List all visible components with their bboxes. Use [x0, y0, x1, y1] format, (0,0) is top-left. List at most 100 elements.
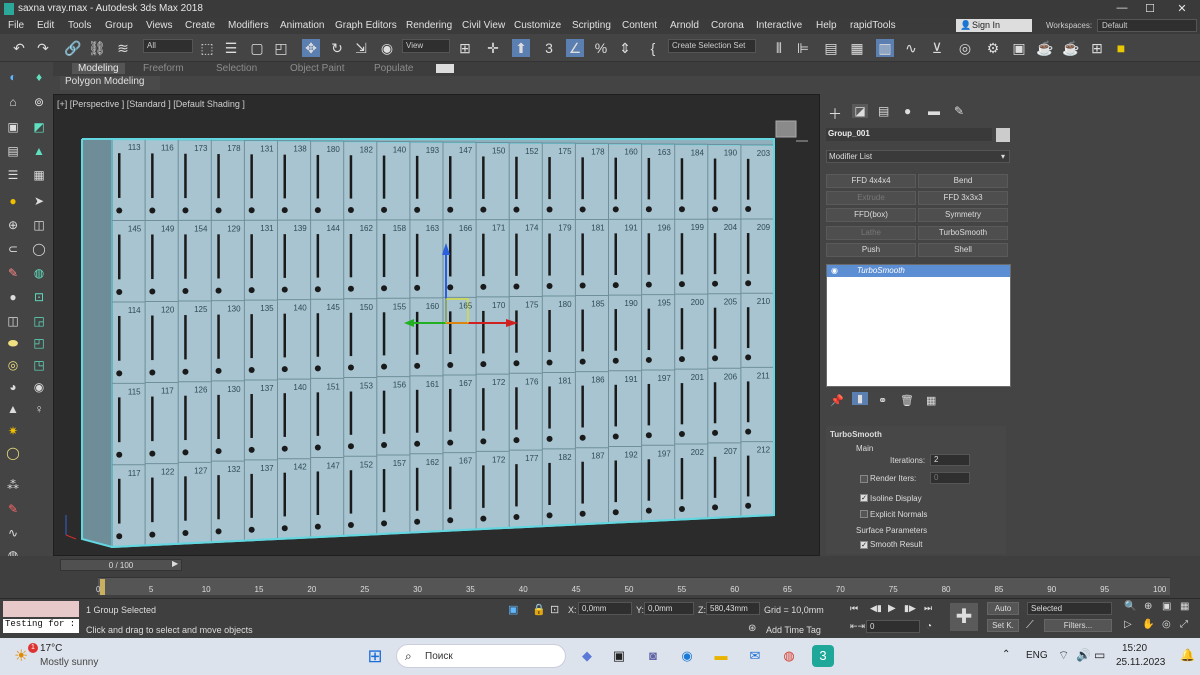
- menu-rapidtools[interactable]: rapidTools: [850, 20, 896, 31]
- symmetry-button[interactable]: Symmetry: [918, 208, 1008, 222]
- volume-icon[interactable]: 🔊: [1076, 648, 1091, 662]
- menu-interactive[interactable]: Interactive: [756, 20, 802, 31]
- snaps-toggle-icon[interactable]: 3: [540, 39, 558, 57]
- weather-temperature[interactable]: 17°C: [40, 643, 62, 654]
- isoline-display-checkbox[interactable]: ✓: [860, 494, 868, 502]
- key-filter-select[interactable]: Selected: [1027, 602, 1112, 615]
- menu-civil-view[interactable]: Civil View: [462, 20, 505, 31]
- material-editor-icon[interactable]: ◎: [956, 39, 974, 57]
- modify-tab-icon[interactable]: ◪: [852, 104, 868, 118]
- place-icon[interactable]: ◉: [378, 39, 396, 57]
- helpers-icon[interactable]: ⊚: [32, 95, 46, 109]
- motion-icon[interactable]: ◳: [32, 358, 46, 372]
- render-iterative-icon[interactable]: ☕: [1062, 39, 1080, 57]
- sign-in-dropdown[interactable]: 👤 Sign In: [956, 19, 1032, 32]
- tab-selection[interactable]: Selection: [216, 63, 257, 74]
- time-marker[interactable]: [100, 579, 105, 595]
- unlink-icon[interactable]: ⛓: [88, 39, 106, 57]
- object-name-field[interactable]: Group_001: [826, 128, 992, 141]
- current-frame-field[interactable]: 0: [866, 620, 920, 633]
- eye-toggle-icon[interactable]: ◉: [831, 265, 838, 277]
- close-button[interactable]: ✕: [1172, 2, 1192, 15]
- ribbon-options-icon[interactable]: [436, 64, 454, 73]
- prev-key-icon[interactable]: ◀▮: [870, 603, 882, 614]
- render-iters-checkbox[interactable]: [860, 475, 868, 483]
- weather-icon[interactable]: ☀: [14, 646, 28, 666]
- menu-scripting[interactable]: Scripting: [572, 20, 611, 31]
- snap-icon[interactable]: ⊕: [6, 218, 20, 232]
- file-explorer-icon[interactable]: ▬: [710, 645, 732, 667]
- tab-populate[interactable]: Populate: [374, 63, 413, 74]
- mail-icon[interactable]: ✉: [744, 645, 766, 667]
- menu-animation[interactable]: Animation: [280, 20, 324, 31]
- modify-icon[interactable]: ◲: [32, 314, 46, 328]
- next-frame-icon[interactable]: ▶: [172, 559, 178, 568]
- rendered-frame-icon[interactable]: ▣: [1010, 39, 1028, 57]
- tab-freeform[interactable]: Freeform: [143, 63, 184, 74]
- layers-icon[interactable]: ▤: [6, 144, 20, 158]
- layer-explorer-icon[interactable]: ▦: [848, 39, 866, 57]
- ffd444-button[interactable]: FFD 4x4x4: [826, 174, 916, 188]
- stack-item-turbosmooth[interactable]: ◉ TurboSmooth: [827, 265, 1010, 277]
- a360-icon[interactable]: ■: [1112, 39, 1130, 57]
- clock-date[interactable]: 25.11.2023: [1116, 657, 1165, 668]
- add-time-tag[interactable]: Add Time Tag: [766, 625, 821, 635]
- percent-snap-icon[interactable]: %: [592, 39, 610, 57]
- time-tag-icon[interactable]: ⊛: [748, 623, 756, 634]
- play-icon[interactable]: ▶: [888, 603, 896, 614]
- menu-file[interactable]: File: [8, 20, 24, 31]
- configure-sets-icon[interactable]: ▦: [926, 394, 936, 407]
- zoom-icon[interactable]: 🔍: [1124, 601, 1136, 612]
- modifier-list-select[interactable]: Modifier List ▾: [826, 150, 1010, 163]
- motion-tab-icon[interactable]: ●: [904, 104, 911, 118]
- shapes-icon[interactable]: ⌂: [6, 95, 20, 109]
- grid-icon[interactable]: ▦: [32, 168, 46, 182]
- link-icon[interactable]: 🔗: [64, 39, 82, 57]
- bind-spacewarp-icon[interactable]: ≋: [114, 39, 132, 57]
- absolute-mode-icon[interactable]: ⊡: [550, 603, 559, 616]
- sun-icon[interactable]: ●: [6, 194, 20, 208]
- tray-chevron-icon[interactable]: ⌃: [1002, 649, 1010, 660]
- brush-icon[interactable]: ∿: [6, 526, 20, 540]
- render-activeshade-icon[interactable]: ⊞: [1088, 39, 1106, 57]
- rollout-title[interactable]: TurboSmooth: [830, 430, 882, 439]
- render-icon[interactable]: ◍: [32, 266, 46, 280]
- spinner-snap-icon[interactable]: ⇕: [616, 39, 634, 57]
- show-end-result-icon[interactable]: ▮: [852, 392, 868, 405]
- zoom-all-icon[interactable]: ⊕: [1144, 601, 1152, 612]
- edge-icon[interactable]: ◉: [676, 645, 698, 667]
- auto-key-button[interactable]: Auto: [987, 602, 1019, 615]
- goto-start-icon[interactable]: ⏮: [850, 603, 858, 614]
- extrude-button[interactable]: Extrude: [826, 191, 916, 205]
- time-slider[interactable]: 0 / 100: [60, 559, 182, 571]
- select-object-icon[interactable]: ⬚: [198, 39, 216, 57]
- particle-icon[interactable]: ⁂: [6, 478, 20, 492]
- magnet-icon[interactable]: ⊂: [6, 242, 20, 256]
- align-icon[interactable]: ⊫: [794, 39, 812, 57]
- create-icon[interactable]: ◐: [6, 70, 20, 84]
- render-setup-icon[interactable]: ⚙: [984, 39, 1002, 57]
- menu-graph-editors[interactable]: Graph Editors: [335, 20, 397, 31]
- named-selection-select[interactable]: Create Selection Set: [668, 39, 756, 53]
- chrome-icon[interactable]: ◍: [778, 645, 800, 667]
- render-iters-spinner[interactable]: 0: [930, 472, 970, 484]
- zoom-extents-icon[interactable]: ▣: [1162, 601, 1171, 612]
- ribbon-polygon-modeling[interactable]: Polygon Modeling: [60, 76, 160, 90]
- pivot-center-icon[interactable]: ⊞: [456, 39, 474, 57]
- light-icon[interactable]: ♦: [32, 70, 46, 84]
- menu-rendering[interactable]: Rendering: [406, 20, 452, 31]
- workspace-select[interactable]: Default: [1097, 19, 1197, 32]
- menu-help[interactable]: Help: [816, 20, 837, 31]
- lathe-button[interactable]: Lathe: [826, 226, 916, 240]
- dope-sheet-icon[interactable]: ⊻: [928, 39, 946, 57]
- menu-corona[interactable]: Corona: [711, 20, 744, 31]
- clock-time[interactable]: 15:20: [1122, 643, 1147, 654]
- smooth-result-checkbox[interactable]: ✓: [860, 541, 868, 549]
- tube-icon[interactable]: ◯: [6, 446, 20, 460]
- sphere-icon[interactable]: ●: [6, 290, 20, 304]
- box-edit-icon[interactable]: ◫: [32, 218, 46, 232]
- select-scale-icon[interactable]: ⇲: [352, 39, 370, 57]
- camera-icon[interactable]: ◩: [32, 120, 46, 134]
- list-icon[interactable]: ☰: [6, 168, 20, 182]
- geosphere-icon[interactable]: ◕: [6, 380, 20, 394]
